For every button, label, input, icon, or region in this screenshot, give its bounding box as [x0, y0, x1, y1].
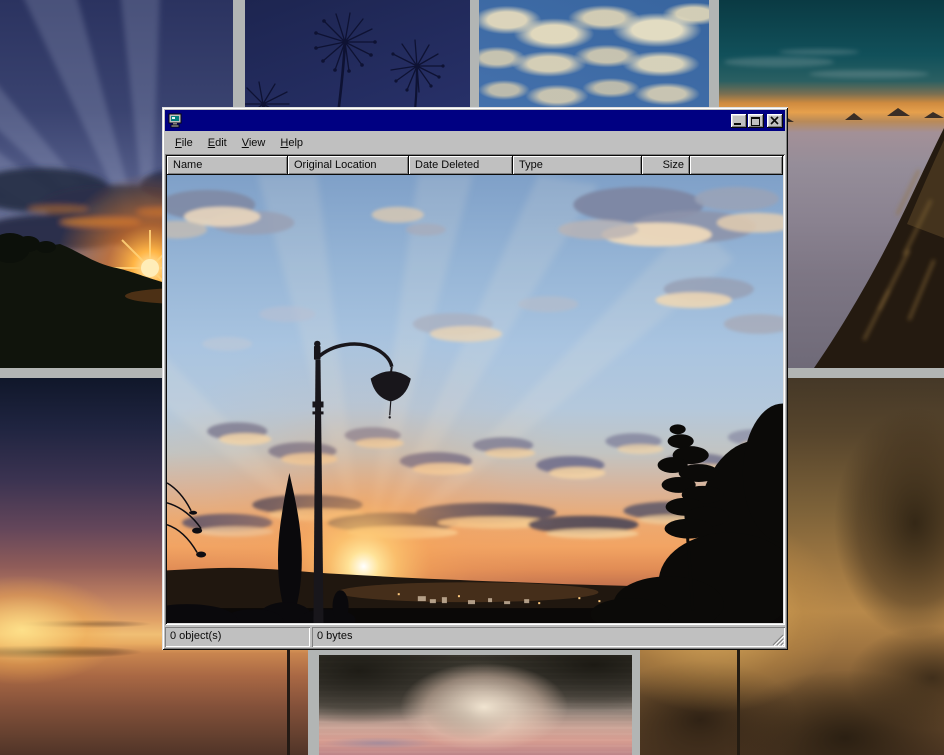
column-header-type[interactable]: Type — [513, 156, 642, 175]
window-background-photo[interactable] — [167, 175, 783, 623]
column-header-original-location[interactable]: Original Location — [288, 156, 409, 175]
window-titlebar[interactable] — [165, 110, 785, 131]
maximize-icon — [751, 117, 760, 126]
maximize-button[interactable] — [748, 114, 764, 128]
menu-bar: File Edit View Help — [165, 131, 785, 153]
file-list-view[interactable]: Name Original Location Date Deleted Type… — [165, 154, 785, 625]
column-header-name[interactable]: Name — [167, 156, 288, 175]
menu-view[interactable]: View — [236, 135, 272, 151]
minimize-button[interactable] — [731, 114, 747, 128]
menu-file[interactable]: File — [169, 135, 199, 151]
column-header-row: Name Original Location Date Deleted Type… — [167, 156, 783, 175]
menu-help[interactable]: Help — [274, 135, 309, 151]
desktop: { "window": { "title": "", "menu": { "it… — [0, 0, 944, 755]
close-icon — [770, 116, 779, 125]
close-button[interactable] — [767, 114, 783, 128]
status-bytes: 0 bytes — [312, 627, 785, 647]
status-objects: 0 object(s) — [165, 627, 310, 647]
column-header-size[interactable]: Size — [642, 156, 690, 175]
recycle-bin-window: File Edit View Help Name Original Locati… — [162, 107, 788, 650]
column-header-filler — [690, 156, 783, 175]
column-header-date-deleted[interactable]: Date Deleted — [409, 156, 513, 175]
minimize-icon — [734, 123, 741, 125]
status-bar: 0 object(s) 0 bytes — [165, 627, 785, 647]
menu-edit[interactable]: Edit — [202, 135, 233, 151]
resize-grip-icon[interactable] — [771, 633, 784, 646]
window-computer-icon — [168, 113, 184, 128]
wallpaper-photo-water-reflection — [319, 655, 632, 755]
